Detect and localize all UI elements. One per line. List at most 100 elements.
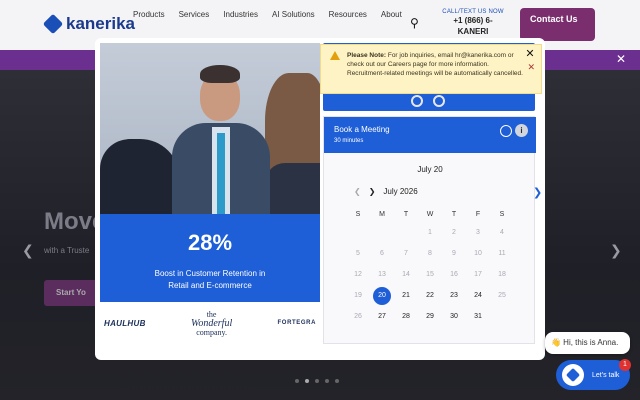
calendar-day: 25 bbox=[498, 292, 506, 299]
hero-prev-arrow-icon[interactable]: ❮ bbox=[22, 242, 34, 259]
info-icon[interactable]: i bbox=[515, 124, 528, 137]
contact-us-button[interactable]: Contact Us bbox=[520, 8, 595, 41]
month-navigation: ❮ ❯ July 2026 bbox=[354, 187, 418, 196]
calendar-day: 9 bbox=[452, 250, 456, 257]
warning-icon bbox=[330, 51, 340, 60]
weekday-header: F bbox=[475, 210, 481, 218]
circle-icon bbox=[411, 95, 423, 107]
calendar-day: 12 bbox=[354, 271, 362, 278]
calendar-day-empty bbox=[490, 306, 514, 327]
calendar-day-available[interactable]: 22 bbox=[418, 285, 442, 306]
calendar-day: 4 bbox=[500, 229, 504, 236]
meeting-duration: 30 minutes bbox=[334, 138, 364, 144]
weekday-header: T bbox=[451, 210, 457, 218]
calendar-grid: S M T W T F S 1 2 3 4 5 6 7 8 9 10 11 12… bbox=[346, 208, 514, 327]
meeting-title: Book a Meeting bbox=[334, 125, 390, 134]
calendar-day-available[interactable]: 24 bbox=[466, 285, 490, 306]
calendar-day: 13 bbox=[378, 271, 386, 278]
carousel-dot[interactable] bbox=[335, 379, 339, 383]
calendar-day-available[interactable]: 28 bbox=[394, 306, 418, 327]
calendar-header: Book a Meeting 30 minutes i bbox=[324, 117, 536, 153]
month-label: July 2026 bbox=[383, 187, 418, 196]
please-note-popup: Please Note: For job inquiries, email hr… bbox=[320, 44, 542, 94]
calendar-day-available[interactable]: 23 bbox=[442, 285, 466, 306]
calendar-day-empty bbox=[370, 222, 394, 243]
phone-number-cont: KANERI bbox=[457, 27, 489, 36]
calendar-day: 8 bbox=[428, 250, 432, 257]
chat-avatar-icon bbox=[562, 364, 584, 386]
announcement-close-icon[interactable]: ✕ bbox=[616, 52, 626, 66]
site-logo[interactable]: kanerika bbox=[42, 13, 135, 35]
note-label: Please Note: bbox=[347, 52, 387, 59]
calendar-widget: Book a Meeting 30 minutes i July 20 ❮ ❯ … bbox=[323, 116, 536, 344]
calendar-day-empty bbox=[394, 222, 418, 243]
calendar-day-available[interactable]: 30 bbox=[442, 306, 466, 327]
weekday-header: S bbox=[355, 210, 361, 218]
phone-number: +1 (866) 6- bbox=[453, 16, 493, 25]
stat-number: 28% bbox=[187, 230, 233, 255]
calendar-day-available[interactable]: 29 bbox=[418, 306, 442, 327]
calendar-day: 16 bbox=[450, 271, 458, 278]
carousel-dot[interactable] bbox=[295, 379, 299, 383]
call-us-block[interactable]: CALL/TEXT US NOW +1 (866) 6- KANERI bbox=[440, 9, 506, 37]
chat-notification-badge: 1 bbox=[619, 359, 631, 371]
nav-services[interactable]: Services bbox=[179, 10, 210, 19]
calendar-day: 15 bbox=[426, 271, 434, 278]
hero-carousel-dots bbox=[295, 379, 339, 383]
stat-description-line: Retail and E-commerce bbox=[168, 281, 252, 290]
calendar-day-empty bbox=[346, 222, 370, 243]
prev-month-icon[interactable]: ❮ bbox=[354, 187, 361, 196]
calendar-day: 11 bbox=[498, 250, 506, 257]
logo-line: company. bbox=[196, 327, 227, 337]
logo-text: kanerika bbox=[66, 14, 135, 33]
photo-figure bbox=[200, 65, 240, 83]
calendar-day: 10 bbox=[474, 250, 482, 257]
globe-icon[interactable] bbox=[500, 125, 512, 137]
calendar-day-available[interactable]: 27 bbox=[370, 306, 394, 327]
nav-ai-solutions[interactable]: AI Solutions bbox=[272, 10, 315, 19]
selected-day-number: 20 bbox=[373, 286, 391, 305]
modal-close-icon[interactable]: ✕ bbox=[522, 46, 538, 62]
next-month-icon[interactable]: ❯ bbox=[369, 187, 376, 196]
main-nav: Products Services Industries AI Solution… bbox=[133, 10, 403, 19]
note-close-icon[interactable]: ✕ bbox=[527, 63, 535, 72]
hero-next-arrow-icon[interactable]: ❯ bbox=[610, 242, 622, 259]
calendar-day: 18 bbox=[498, 271, 506, 278]
calendar-day: 19 bbox=[354, 292, 362, 299]
search-icon[interactable]: ⚲ bbox=[410, 16, 419, 30]
chat-button-label: Let's talk bbox=[592, 371, 620, 379]
carousel-dot[interactable] bbox=[315, 379, 319, 383]
fortegra-logo: FORTEGRA bbox=[277, 320, 316, 326]
calendar-day: 26 bbox=[354, 313, 362, 320]
carousel-dot[interactable] bbox=[325, 379, 329, 383]
logo-line: Wonderful bbox=[190, 317, 233, 329]
calendar-day: 5 bbox=[356, 250, 360, 257]
selected-date-label: July 20 bbox=[417, 165, 443, 174]
circle-icon bbox=[433, 95, 445, 107]
weekday-header: W bbox=[426, 210, 434, 218]
calendar-day-available[interactable]: 31 bbox=[466, 306, 490, 327]
nav-about[interactable]: About bbox=[381, 10, 402, 19]
calendar-day: 1 bbox=[428, 229, 432, 236]
chat-greeting-bubble[interactable]: 👋 Hi, this is Anna. bbox=[545, 332, 630, 354]
logo-icon bbox=[42, 13, 64, 35]
carousel-dot[interactable] bbox=[305, 379, 309, 383]
nav-resources[interactable]: Resources bbox=[329, 10, 367, 19]
stat-description: Boost in Customer Retention in Retail an… bbox=[100, 268, 320, 292]
calendar-day: 14 bbox=[402, 271, 410, 278]
calendar-day: 3 bbox=[476, 229, 480, 236]
nav-industries[interactable]: Industries bbox=[223, 10, 258, 19]
calendar-day-selected[interactable]: 20 bbox=[370, 285, 394, 306]
hero-cta-button[interactable]: Start Yo bbox=[44, 280, 100, 306]
weekday-header: S bbox=[499, 210, 505, 218]
calendar-day: 17 bbox=[474, 271, 482, 278]
photo-figure bbox=[217, 133, 225, 223]
weekday-header: M bbox=[379, 210, 385, 218]
calendar-day-available[interactable]: 21 bbox=[394, 285, 418, 306]
client-logos: HAULHUB the Wonderful company. FORTEGRA bbox=[100, 302, 320, 344]
calendar-day: 6 bbox=[380, 250, 384, 257]
weekday-header: T bbox=[403, 210, 409, 218]
nav-products[interactable]: Products bbox=[133, 10, 165, 19]
calendar-next-arrow-icon[interactable]: ❯ bbox=[533, 186, 542, 199]
calendar-day: 2 bbox=[452, 229, 456, 236]
